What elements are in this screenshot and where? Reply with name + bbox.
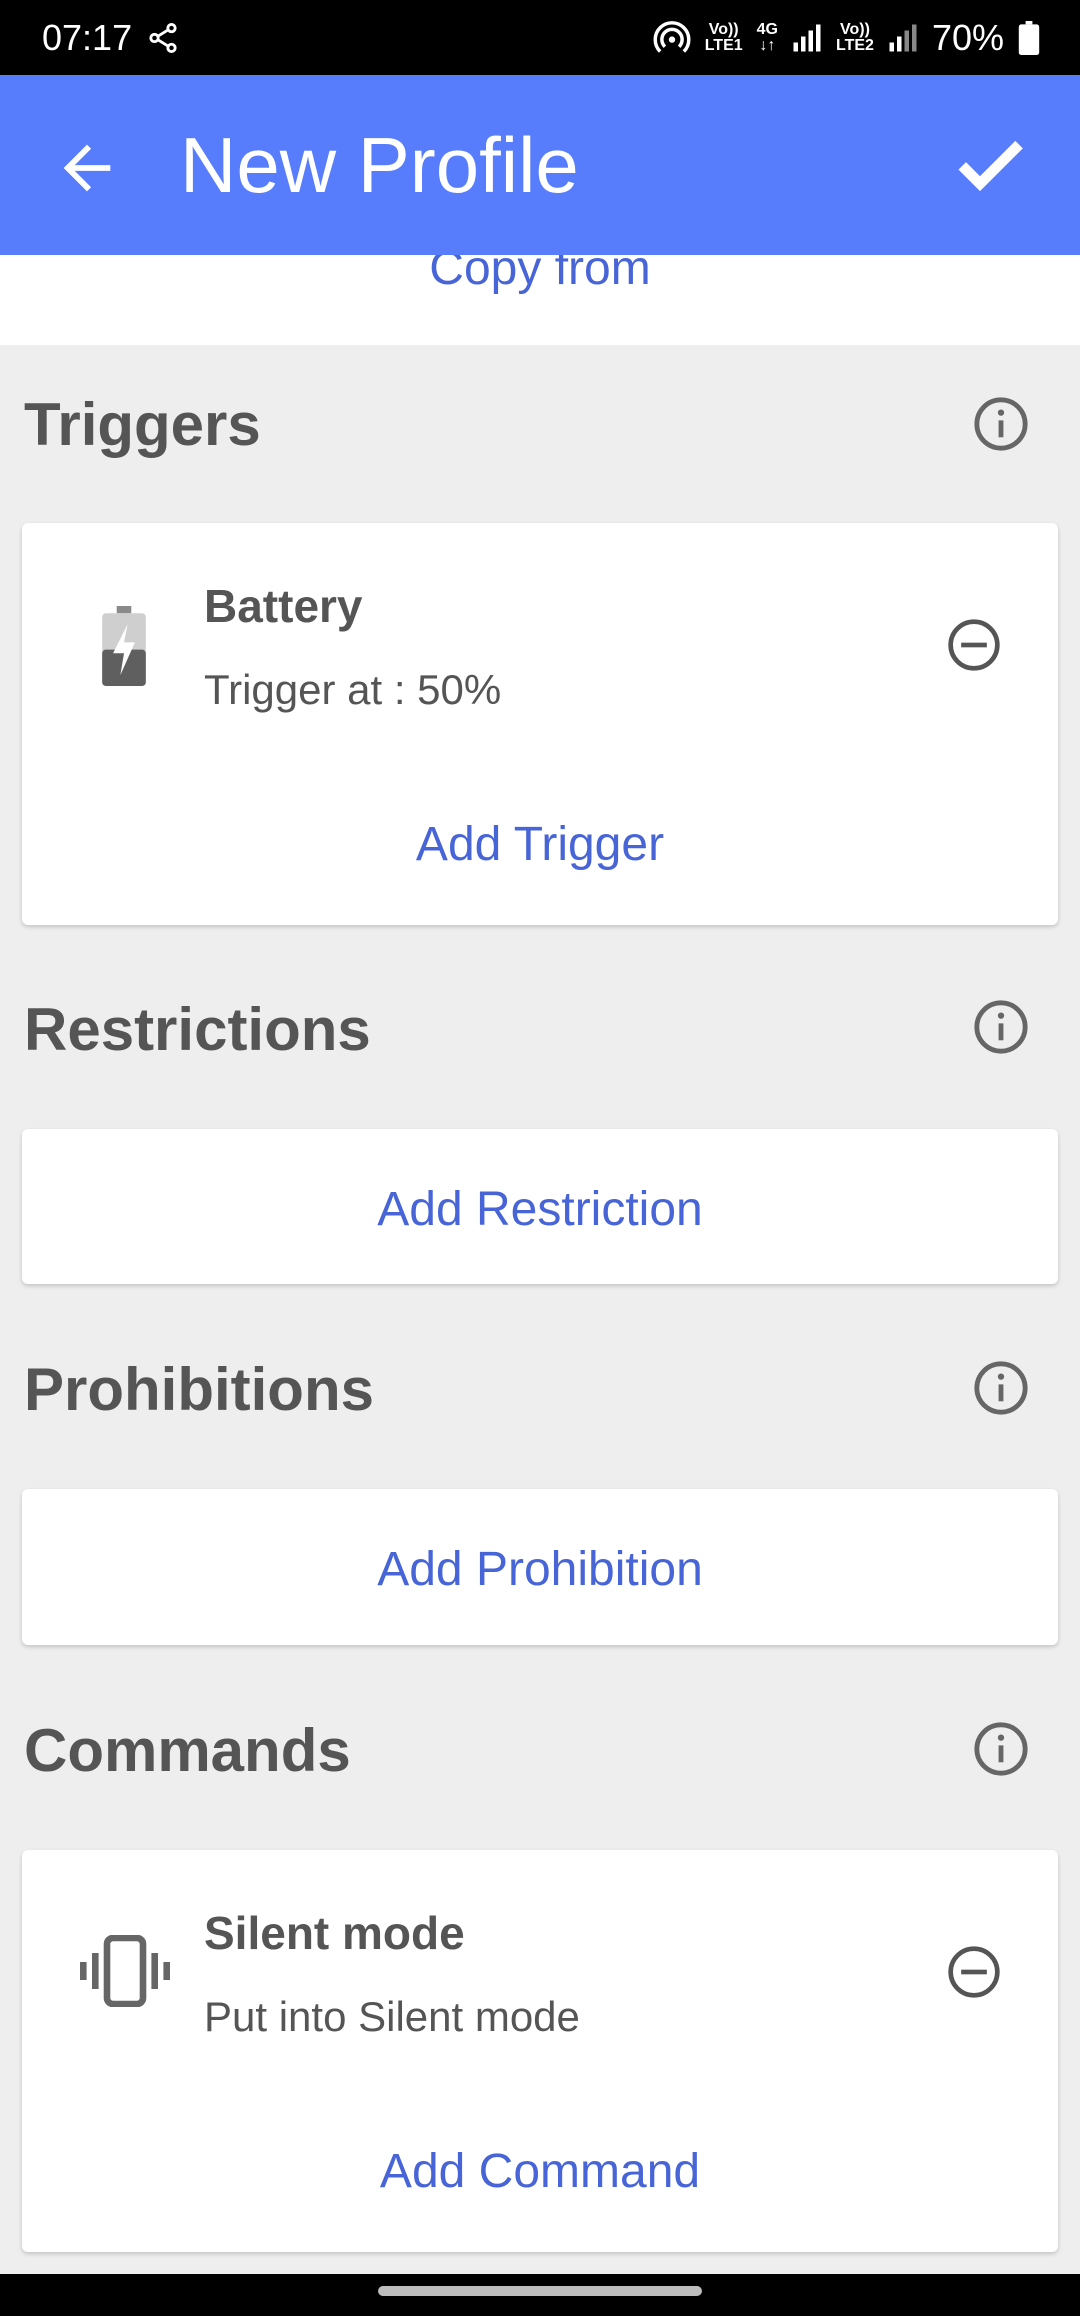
prohibitions-heading: Prohibitions <box>24 1356 374 1423</box>
signal-icon-1 <box>793 24 821 51</box>
commands-heading: Commands <box>24 1717 351 1784</box>
command-item-title: Silent mode <box>204 1907 465 1959</box>
navigation-bar <box>0 2274 1080 2316</box>
triggers-card: Battery Trigger at : 50% Add Trigger <box>22 523 1058 925</box>
copy-from-row[interactable]: Copy from <box>0 255 1080 345</box>
battery-icon <box>1018 20 1040 55</box>
add-command-button[interactable]: Add Command <box>22 2144 1058 2199</box>
triggers-info-icon[interactable] <box>972 395 1030 453</box>
command-item-subtitle: Put into Silent mode <box>204 1993 580 2040</box>
commands-card: Silent mode Put into Silent mode Add Com… <box>22 1850 1058 2252</box>
prohibitions-card: Add Prohibition <box>22 1489 1058 1645</box>
status-bar: 07:17 Vo)) LTE1 4G ↓↑ Vo)) LTE2 70% <box>0 0 1080 75</box>
share-icon <box>149 22 177 53</box>
battery-percent: 70% <box>931 16 1004 58</box>
copy-from-button[interactable]: Copy from <box>0 255 1080 296</box>
restrictions-heading: Restrictions <box>24 996 371 1063</box>
triggers-heading: Triggers <box>24 391 261 458</box>
trigger-item-title: Battery <box>204 580 363 632</box>
sim1-label: Vo)) LTE1 <box>704 20 743 54</box>
sim2-label: Vo)) LTE2 <box>836 20 874 54</box>
add-restriction-button[interactable]: Add Restriction <box>22 1182 1058 1237</box>
add-prohibition-button[interactable]: Add Prohibition <box>22 1542 1058 1597</box>
back-arrow-icon[interactable] <box>52 133 122 203</box>
hotspot-icon <box>653 20 691 53</box>
commands-info-icon[interactable] <box>972 1720 1030 1778</box>
prohibitions-info-icon[interactable] <box>972 1359 1030 1417</box>
home-gesture-handle[interactable] <box>378 2286 702 2296</box>
remove-trigger-icon[interactable] <box>946 617 1002 673</box>
remove-command-icon[interactable] <box>946 1944 1002 2000</box>
check-icon[interactable] <box>950 125 1030 205</box>
battery-charging-icon <box>102 606 146 686</box>
network-label: 4G ↓↑ <box>756 20 778 54</box>
trigger-item-subtitle: Trigger at : 50% <box>204 666 502 713</box>
restrictions-info-icon[interactable] <box>972 998 1030 1056</box>
app-bar: New Profile <box>0 75 1080 255</box>
add-trigger-button[interactable]: Add Trigger <box>22 817 1058 872</box>
page-title: New Profile <box>180 121 579 209</box>
restrictions-card: Add Restriction <box>22 1129 1058 1284</box>
vibrate-icon <box>80 1935 170 2007</box>
status-time: 07:17 <box>42 16 133 58</box>
signal-icon-2 <box>889 24 917 51</box>
